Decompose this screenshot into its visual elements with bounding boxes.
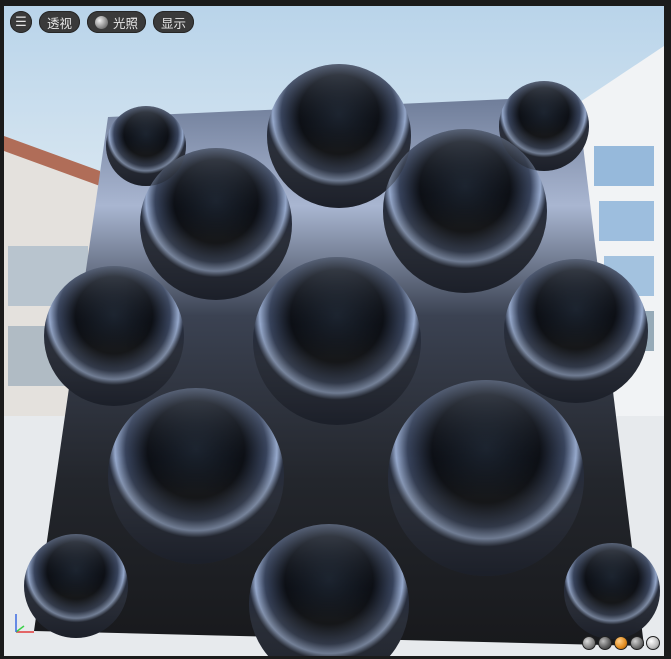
preview-sphere-orange-icon[interactable] [614, 636, 628, 650]
viewport-toolbar: ☰ 透视 光照 显示 [10, 11, 195, 33]
preview-sphere-dark-icon[interactable] [598, 636, 612, 650]
environment-background [4, 46, 664, 656]
material-preview-viewport[interactable]: ☰ 透视 光照 显示 [4, 6, 664, 656]
perspective-button[interactable]: 透视 [39, 11, 81, 33]
menu-button[interactable]: ☰ [10, 11, 32, 33]
preview-shape-selector [582, 636, 660, 650]
preview-sphere-mid-icon[interactable] [630, 636, 644, 650]
preview-sphere-grey-icon[interactable] [582, 636, 596, 650]
axis-gizmo-icon [15, 614, 34, 633]
preview-sphere-light-icon[interactable] [646, 636, 660, 650]
display-label: 显示 [161, 15, 187, 31]
hamburger-icon: ☰ [15, 14, 27, 30]
perspective-label: 透视 [47, 15, 73, 31]
lighting-label: 光照 [113, 15, 139, 31]
lighting-button[interactable]: 光照 [87, 11, 147, 33]
lighting-sphere-icon [95, 15, 109, 29]
display-button[interactable]: 显示 [153, 11, 195, 33]
